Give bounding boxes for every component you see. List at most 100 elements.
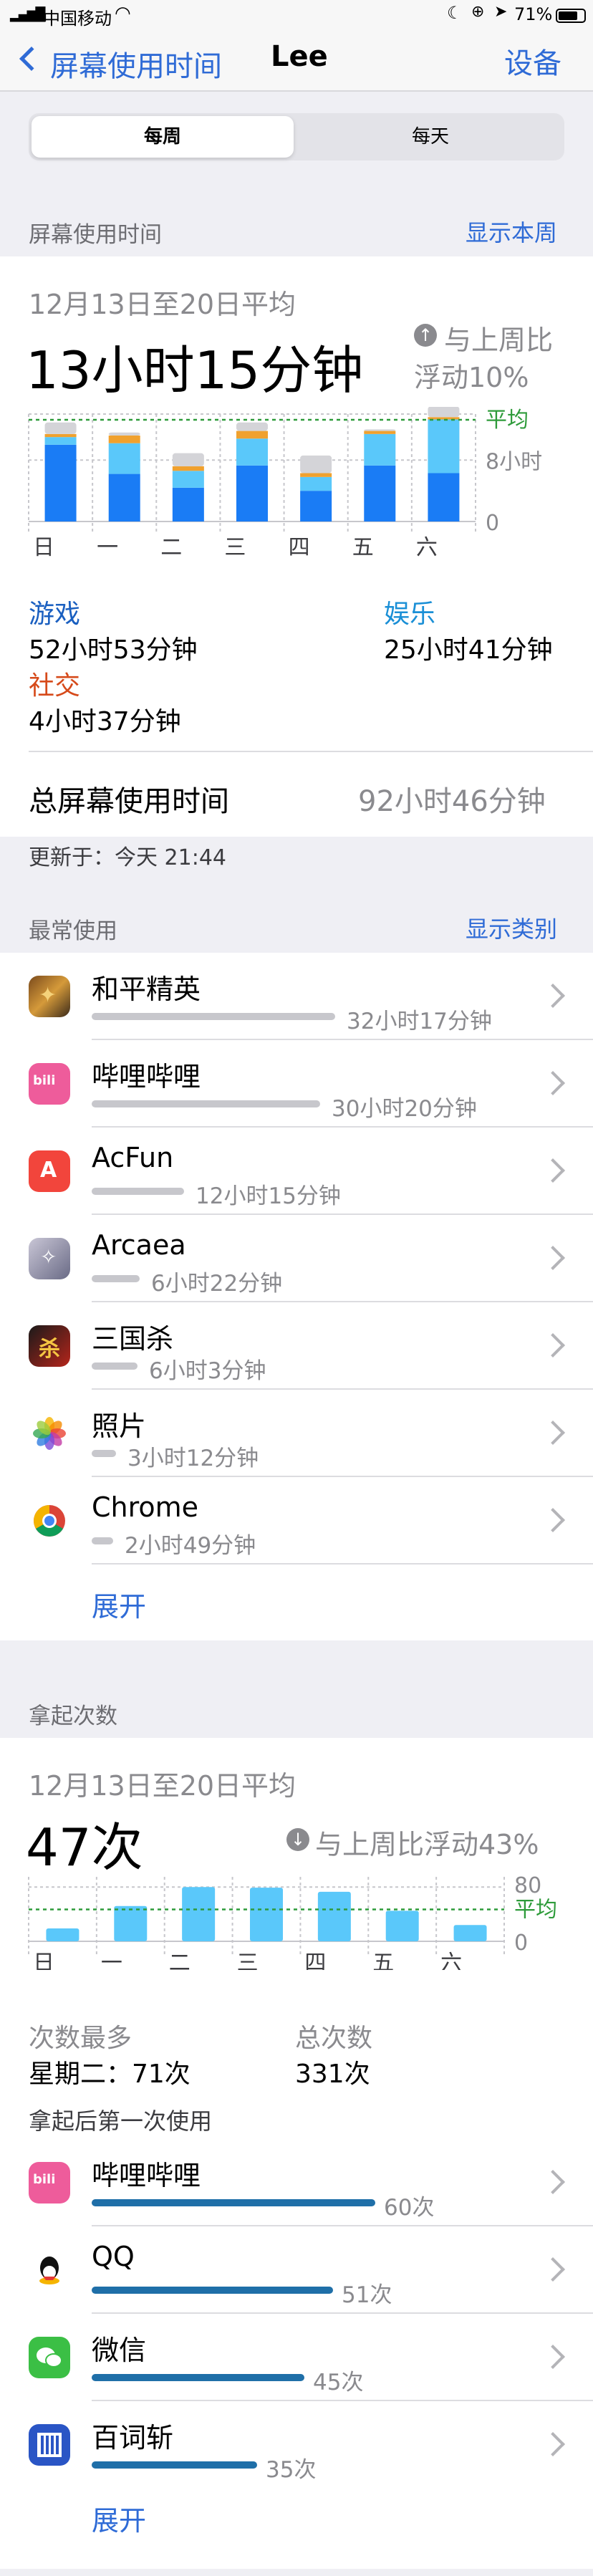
bar-segment <box>172 466 204 471</box>
bar-segment <box>108 436 140 443</box>
segment-daily[interactable]: 每天 <box>299 116 561 158</box>
first-used-row[interactable]: 微信 45次 <box>0 2314 593 2401</box>
most-used-header: 最常使用 <box>29 918 117 944</box>
carrier-label: 中国移动 <box>43 9 112 29</box>
x-tick-label: 二 <box>160 535 182 557</box>
app-time: 6小时22分钟 <box>151 1271 283 1297</box>
app-row[interactable]: 杀 三国杀 6小时3分钟 <box>0 1302 593 1390</box>
app-name: 哔哩哔哩 <box>92 2160 201 2191</box>
app-time: 12小时15分钟 <box>196 1183 341 1209</box>
app-name: 和平精英 <box>92 974 201 1005</box>
total-screen-time-row[interactable]: 总屏幕使用时间 92小时46分钟 <box>0 752 593 837</box>
x-tick-label: 一 <box>101 1951 122 1970</box>
pickup-bar-mark <box>385 1911 419 1941</box>
total-label: 总屏幕使用时间 <box>29 785 229 818</box>
x-tick-label: 三 <box>237 1951 259 1970</box>
usage-bar <box>92 1100 320 1107</box>
app-row[interactable]: bili 哔哩哔哩 30小时20分钟 <box>0 1040 593 1128</box>
app-time: 32小时17分钟 <box>347 1009 492 1034</box>
nav-bar: 屏幕使用时间 Lee 设备 <box>0 32 593 92</box>
app-name: 百词斩 <box>92 2422 174 2454</box>
app-name: AcFun <box>92 1142 174 1173</box>
x-tick-label: 六 <box>416 535 438 557</box>
app-row[interactable]: ✧ Arcaea 6小时22分钟 <box>0 1215 593 1302</box>
bar-segment <box>236 431 268 439</box>
x-tick-label: 五 <box>372 1951 394 1970</box>
battery-percent: 71% <box>514 4 553 24</box>
segment-daily-label: 每天 <box>411 126 449 148</box>
sanguosha-icon: 杀 <box>29 1325 70 1367</box>
pickup-bar-mark <box>250 1888 283 1941</box>
bar-segment <box>44 422 77 434</box>
updated-label: 更新于：今天 21:44 <box>29 845 226 870</box>
y-tick-label: 80 <box>514 1873 541 1898</box>
usage-bar <box>92 1537 113 1544</box>
first-used-row[interactable]: QQ 51次 <box>0 2226 593 2314</box>
bar-segment <box>300 473 332 477</box>
pickup-count: 51次 <box>342 2282 392 2308</box>
show-this-week-link[interactable]: 显示本周 <box>466 215 557 248</box>
usage-bar <box>92 1363 138 1370</box>
pickup-bar <box>92 2461 257 2469</box>
usage-bar <box>92 1188 184 1195</box>
app-row[interactable]: Chrome 2小时49分钟 <box>0 1477 593 1565</box>
chevron-right-icon <box>541 1071 565 1095</box>
first-used-row[interactable]: bili 哔哩哔哩 60次 <box>0 2139 593 2226</box>
bar-segment <box>300 476 332 491</box>
signal-icon: ▂▄▆█ <box>10 7 45 22</box>
x-tick-label: 一 <box>97 535 118 557</box>
pickup-bar-mark <box>453 1925 487 1941</box>
bar-segment <box>236 438 268 466</box>
bar-segment <box>428 407 460 418</box>
bar-segment <box>364 429 396 431</box>
chevron-right-icon <box>541 1421 565 1445</box>
bar-segment <box>236 465 268 522</box>
bilibili-icon: bili <box>29 2162 70 2203</box>
wifi-icon: ◠ <box>115 3 131 24</box>
screen-time-chart: 日 一 二 三 四 五 六 平均 8小时 0 <box>28 407 542 557</box>
app-row[interactable]: ✦ 和平精英 32小时17分钟 <box>0 953 593 1040</box>
wechat-icon <box>29 2337 70 2378</box>
first-used-header: 拿起后第一次使用 <box>29 2108 213 2135</box>
x-tick-label: 四 <box>289 535 310 557</box>
game-icon: ✦ <box>29 976 70 1017</box>
x-tick-label: 三 <box>224 535 246 557</box>
pickup-count: 45次 <box>313 2370 364 2395</box>
bar-segment <box>428 473 460 522</box>
pickups-card: 12月13日至20日平均 47次 ↓ 与上周比浮动43% 日一二三四五六平均 80… <box>0 1738 593 2569</box>
back-button[interactable]: 屏幕使用时间 <box>14 39 244 83</box>
x-tick-label: 二 <box>169 1951 191 1970</box>
expand-link[interactable]: 展开 <box>92 1585 146 1624</box>
bar-segment <box>108 432 140 436</box>
total-value: 92小时46分钟 <box>358 785 546 818</box>
usage-bar <box>92 1013 335 1020</box>
arrow-down-circle-icon: ↓ <box>286 1828 309 1851</box>
chevron-right-icon <box>541 984 565 1008</box>
bar-segment <box>44 433 77 438</box>
pickup-bar-mark <box>114 1905 148 1941</box>
app-row[interactable]: 照片 3小时12分钟 <box>0 1390 593 1477</box>
battery-icon <box>556 9 586 23</box>
app-row[interactable]: A AcFun 12小时15分钟 <box>0 1128 593 1215</box>
first-used-row[interactable]: 百词斩 35次 <box>0 2401 593 2489</box>
x-tick-label: 五 <box>352 535 374 557</box>
category-social-time: 4小时37分钟 <box>29 707 181 736</box>
app-time: 30小时20分钟 <box>332 1096 477 1122</box>
most-pickups-label: 次数最多 <box>29 2024 132 2053</box>
bar-segment <box>172 453 204 466</box>
pickup-bar-mark <box>46 1928 79 1941</box>
usage-bar <box>92 1275 140 1282</box>
chevron-right-icon <box>541 1333 565 1357</box>
bilibili-icon: bili <box>29 1063 70 1105</box>
bar-segment <box>44 437 77 445</box>
pickups-period-label: 12月13日至20日平均 <box>29 1770 296 1802</box>
chevron-left-icon <box>19 47 44 71</box>
segment-weekly[interactable]: 每周 <box>32 116 294 158</box>
show-categories-link[interactable]: 显示类别 <box>466 911 557 944</box>
category-games-time: 52小时53分钟 <box>29 635 198 665</box>
expand-link[interactable]: 展开 <box>92 2499 146 2538</box>
app-name: 哔哩哔哩 <box>92 1061 201 1092</box>
bar-segment <box>364 433 396 466</box>
most-used-card: ✦ 和平精英 32小时17分钟 bili 哔哩哔哩 30小时20分钟 A AcF… <box>0 953 593 1640</box>
devices-button[interactable]: 设备 <box>504 40 561 82</box>
